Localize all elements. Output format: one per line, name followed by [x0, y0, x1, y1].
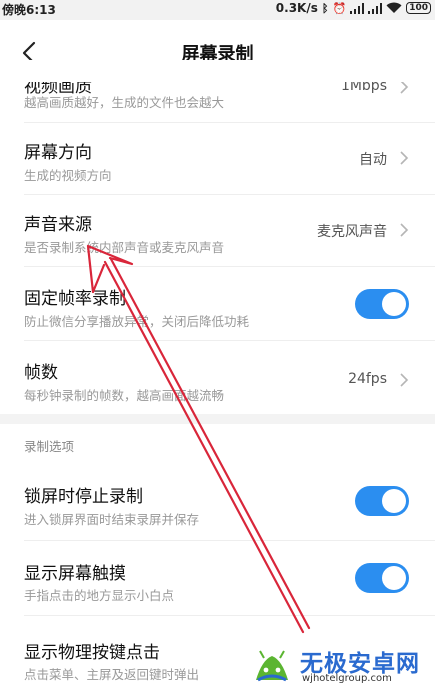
- setting-title: 帧数: [24, 363, 58, 383]
- toggle-knob: [382, 292, 406, 316]
- setting-subtitle: 生成的视频方向: [24, 168, 112, 183]
- setting-value: 自动: [359, 152, 387, 168]
- android-logo-icon: [256, 650, 288, 682]
- setting-subtitle: 点击菜单、主屏及返回键时弹出: [24, 667, 200, 682]
- fixed-framerate-toggle[interactable]: [355, 289, 409, 319]
- section-label: 录制选项: [24, 439, 75, 454]
- setting-subtitle: 每秒钟录制的帧数，越高画面越流畅: [24, 388, 225, 403]
- setting-title: 显示屏幕触摸: [24, 564, 126, 584]
- battery-icon: 100: [406, 2, 431, 14]
- setting-row-fixed-framerate: 固定帧率录制 防止微信分享播放异常，关闭后降低功耗: [0, 267, 435, 339]
- setting-row-orientation[interactable]: 屏幕方向 生成的视频方向 自动: [0, 123, 435, 193]
- status-bar: 傍晚6:13 0.3K/s ᛒ ⏰ 100: [0, 0, 435, 20]
- alarm-icon: ⏰: [332, 1, 347, 15]
- signal-icon: [350, 2, 365, 14]
- toggle-knob: [382, 489, 406, 513]
- setting-title: 固定帧率录制: [24, 289, 126, 309]
- setting-title: 锁屏时停止录制: [24, 487, 143, 507]
- app-bar-overlay: [0, 20, 435, 82]
- setting-title: 声音来源: [24, 215, 92, 235]
- network-speed: 0.3K/s: [275, 1, 318, 15]
- bluetooth-icon: ᛒ: [321, 1, 329, 15]
- setting-value: 24fps: [348, 371, 387, 387]
- chevron-right-icon: [400, 223, 409, 237]
- setting-title: 显示物理按键点击: [24, 643, 160, 663]
- lock-stop-toggle[interactable]: [355, 486, 409, 516]
- toggle-knob: [382, 566, 406, 590]
- wifi-icon: [386, 2, 402, 13]
- watermark: 无极安卓网 wjhotelgroup.com: [248, 642, 435, 694]
- status-time: 傍晚6:13: [2, 3, 56, 17]
- setting-row-framerate[interactable]: 帧数 每秒钟录制的帧数，越高画面越流畅 24fps: [0, 341, 435, 413]
- setting-title: 屏幕方向: [24, 143, 92, 163]
- setting-subtitle: 是否录制系统内部声音或麦克风声音: [24, 240, 225, 255]
- setting-value: 麦克风声音: [317, 224, 387, 240]
- setting-subtitle: 手指点击的地方显示小白点: [24, 588, 175, 603]
- chevron-right-icon: [400, 373, 409, 387]
- setting-subtitle: 越高画质越好，生成的文件也会越大: [24, 95, 225, 110]
- chevron-right-icon: [400, 151, 409, 165]
- status-icons: 0.3K/s ᛒ ⏰ 100: [276, 1, 431, 15]
- setting-row-show-touches: 显示屏幕触摸 手指点击的地方显示小白点: [0, 541, 435, 613]
- show-touches-toggle[interactable]: [355, 563, 409, 593]
- setting-row-lock-stop: 锁屏时停止录制 进入锁屏界面时结束录屏并保存: [0, 464, 435, 534]
- screen: 傍晚6:13 0.3K/s ᛒ ⏰ 100 屏幕录制 视频画质 1Mbps 越高…: [0, 0, 435, 695]
- setting-row-sound-source[interactable]: 声音来源 是否录制系统内部声音或麦克风声音 麦克风声音: [0, 195, 435, 265]
- setting-subtitle: 进入锁屏界面时结束录屏并保存: [24, 512, 200, 527]
- signal-icon: [368, 2, 383, 14]
- section-separator: [0, 414, 435, 424]
- watermark-url: wjhotelgroup.com: [302, 673, 392, 684]
- setting-subtitle: 防止微信分享播放异常，关闭后降低功耗: [24, 314, 250, 329]
